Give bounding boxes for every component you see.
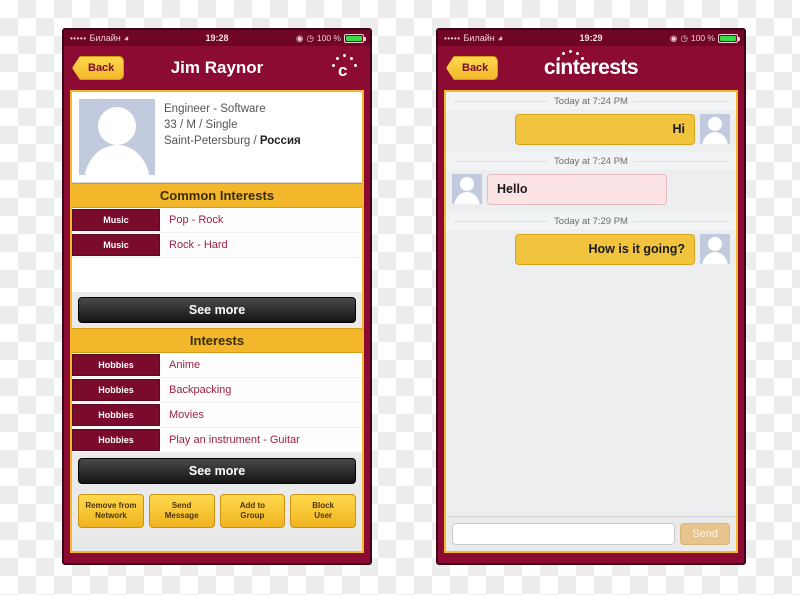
timestamp-label: Today at 7:29 PM xyxy=(548,216,634,227)
battery-percent-label: 100 % xyxy=(316,33,341,43)
list-empty-space xyxy=(72,258,362,292)
profile-navbar: Back Jim Raynor c xyxy=(64,46,370,90)
person-silhouette-avatar xyxy=(79,99,155,175)
button-label-line2: Group xyxy=(240,511,265,520)
list-item[interactable]: Hobbies Play an instrument - Guitar xyxy=(72,428,362,453)
profile-occupation: Engineer - Software xyxy=(164,103,266,115)
button-label-line2: User xyxy=(314,511,333,520)
battery-icon xyxy=(718,33,740,43)
interest-value: Pop - Rock xyxy=(169,214,224,226)
chat-navbar: Back cinterests xyxy=(438,46,744,90)
interests-see-more-wrap: See more xyxy=(72,453,362,489)
message-bubble[interactable]: Hi xyxy=(515,114,695,145)
battery-percent-label: 100 % xyxy=(690,33,715,43)
profile-location-country: Россия xyxy=(259,135,301,147)
interests-list: Hobbies Anime Hobbies Backpacking Hobbie… xyxy=(72,353,362,453)
interest-value: Rock - Hard xyxy=(169,239,228,251)
interest-value: Anime xyxy=(169,359,201,371)
send-button[interactable]: Send xyxy=(680,523,730,545)
cinterests-c-logo-icon[interactable]: c xyxy=(328,53,362,83)
back-button[interactable]: Back xyxy=(72,56,125,80)
common-interests-see-more-wrap: See more xyxy=(72,292,362,328)
see-more-interests-button[interactable]: See more xyxy=(78,458,356,484)
profile-phone: ••••• Билайн ◕ 19:28 ◉ ◷ 100 % Back Jim … xyxy=(62,28,372,565)
block-user-button[interactable]: Block User xyxy=(290,494,356,528)
interest-category-badge: Music xyxy=(72,209,160,231)
button-label-line1: Send xyxy=(171,501,192,510)
interest-category-badge: Hobbies xyxy=(72,429,160,451)
chat-input-bar: Send xyxy=(446,516,736,551)
chat-message-list[interactable]: Today at 7:24 PM Hi Today at 7:24 PM Hel… xyxy=(446,92,736,516)
back-button[interactable]: Back xyxy=(446,56,499,80)
timestamp-label: Today at 7:24 PM xyxy=(548,156,634,167)
interest-category-badge: Hobbies xyxy=(72,379,160,401)
button-label-line2: Message xyxy=(164,511,199,520)
person-silhouette-avatar xyxy=(452,174,482,204)
message-timestamp: Today at 7:24 PM xyxy=(446,92,736,110)
battery-icon xyxy=(344,33,366,43)
profile-card: Engineer - Software 33 / M / Single Sain… xyxy=(72,92,362,183)
list-item[interactable]: Hobbies Anime xyxy=(72,353,362,378)
message-timestamp: Today at 7:24 PM xyxy=(446,152,736,170)
button-label-line2: Network xyxy=(95,511,127,520)
see-more-common-interests-button[interactable]: See more xyxy=(78,297,356,323)
profile-location: Saint-Petersburg / Россия xyxy=(164,135,301,147)
list-item[interactable]: Hobbies Backpacking xyxy=(72,378,362,403)
timestamp-label: Today at 7:24 PM xyxy=(548,96,634,107)
chat-phone: ••••• Билайн ◕ 19:29 ◉ ◷ 100 % Back cint… xyxy=(436,28,746,565)
person-silhouette-avatar xyxy=(700,114,730,144)
profile-action-bar: Remove from Network Send Message Add to … xyxy=(72,489,362,535)
message-bubble[interactable]: How is it going? xyxy=(515,234,695,265)
remove-from-network-button[interactable]: Remove from Network xyxy=(78,494,144,528)
button-label-line1: Remove from xyxy=(85,501,137,510)
add-to-group-button[interactable]: Add to Group xyxy=(219,494,286,528)
profile-screen: Engineer - Software 33 / M / Single Sain… xyxy=(70,90,364,553)
button-label-line1: Block xyxy=(312,501,335,510)
status-bar-right: ◉ ◷ 100 % xyxy=(670,32,740,44)
interests-heading: Interests xyxy=(72,328,362,353)
common-interests-heading: Common Interests xyxy=(72,183,362,208)
list-item[interactable]: Hobbies Movies xyxy=(72,403,362,428)
status-bar-right: ◉ ◷ 100 % xyxy=(296,32,366,44)
list-item[interactable]: Music Rock - Hard xyxy=(72,233,362,258)
alarm-icon: ◷ xyxy=(306,32,314,43)
alarm-icon: ◷ xyxy=(680,32,688,43)
message-row-outgoing: How is it going? xyxy=(446,230,736,272)
message-input[interactable] xyxy=(452,523,676,545)
interest-value: Movies xyxy=(169,409,204,421)
message-row-outgoing: Hi xyxy=(446,110,736,152)
message-timestamp: Today at 7:29 PM xyxy=(446,212,736,230)
interest-category-badge: Hobbies xyxy=(72,354,160,376)
profile-details: Engineer - Software 33 / M / Single Sain… xyxy=(164,99,301,175)
location-icon: ◉ xyxy=(296,32,304,43)
status-bar: ••••• Билайн ◕ 19:28 ◉ ◷ 100 % xyxy=(64,30,370,46)
status-bar: ••••• Билайн ◕ 19:29 ◉ ◷ 100 % xyxy=(438,30,744,46)
interest-category-badge: Music xyxy=(72,234,160,256)
interest-value: Backpacking xyxy=(169,384,232,396)
send-message-button[interactable]: Send Message xyxy=(148,494,215,528)
profile-location-city: Saint-Petersburg / xyxy=(164,135,260,147)
interest-value: Play an instrument - Guitar xyxy=(169,434,300,446)
brand-dots-icon xyxy=(556,50,587,60)
button-label-line1: Add to xyxy=(239,501,266,510)
location-icon: ◉ xyxy=(670,32,678,43)
message-row-incoming: Hello xyxy=(446,170,736,212)
list-item[interactable]: Music Pop - Rock xyxy=(72,208,362,233)
interest-category-badge: Hobbies xyxy=(72,404,160,426)
message-bubble[interactable]: Hello xyxy=(487,174,667,205)
brand-name: cinterests xyxy=(543,56,639,79)
chat-scroll-space xyxy=(446,272,736,516)
profile-demographics: 33 / M / Single xyxy=(164,119,238,131)
common-interests-list: Music Pop - Rock Music Rock - Hard xyxy=(72,208,362,292)
navbar-right[interactable]: c xyxy=(328,53,362,83)
chat-screen: Today at 7:24 PM Hi Today at 7:24 PM Hel… xyxy=(444,90,738,553)
person-silhouette-avatar xyxy=(700,234,730,264)
